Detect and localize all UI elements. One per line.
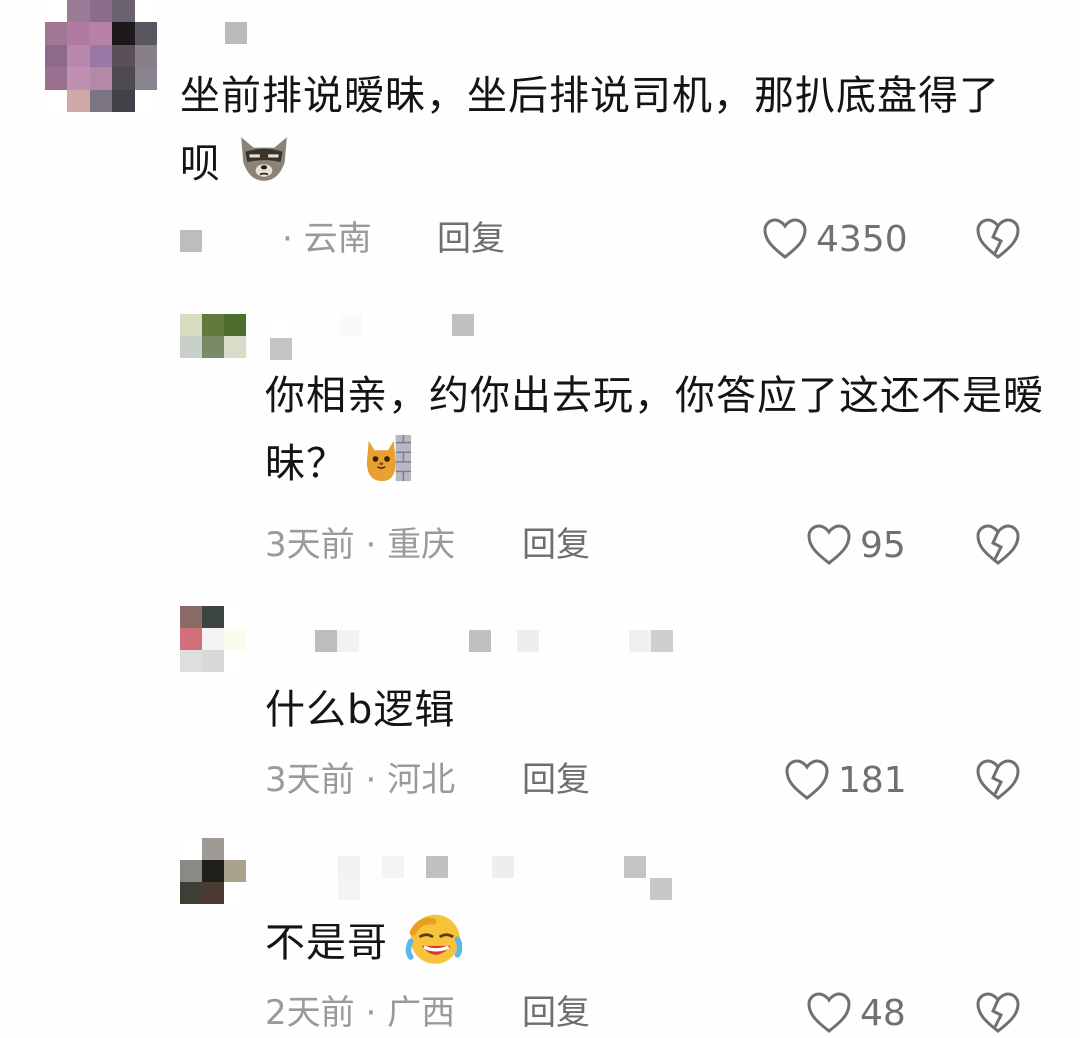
comment-meta: 2天前 · 广西 (265, 988, 455, 1038)
comment-meta: 3天前 · 河北 (265, 755, 455, 805)
like-count: 48 (860, 992, 906, 1034)
timestamp: 3天前 (265, 525, 355, 565)
like-button[interactable]: 181 (784, 755, 907, 805)
comment-3: 什么b逻辑 3天前 · 河北 回复 181 (0, 590, 1080, 830)
avatar[interactable] (45, 0, 157, 112)
username[interactable] (270, 314, 474, 338)
username-extra (338, 878, 672, 902)
reply-button[interactable]: 回复 (437, 214, 505, 264)
heart-icon (763, 218, 807, 259)
comment-text: 不是哥 (265, 908, 1045, 977)
heart-icon (807, 524, 851, 565)
dislike-icon[interactable] (975, 523, 1021, 567)
comment-meta: 3天前 · 重庆 (265, 520, 455, 570)
timestamp: 3天前 (265, 760, 355, 800)
location: · 云南 (282, 219, 372, 259)
like-count: 4350 (816, 218, 908, 260)
raccoon-face-icon (240, 137, 287, 181)
dislike-icon[interactable] (975, 758, 1021, 802)
username[interactable] (315, 630, 673, 654)
avatar[interactable] (180, 314, 246, 358)
like-button[interactable]: 48 (806, 988, 906, 1038)
like-button[interactable]: 4350 (762, 214, 908, 264)
location: · 广西 (365, 993, 456, 1033)
reply-button[interactable]: 回复 (522, 520, 590, 570)
comment-2: 你相亲，约你出去玩，你答应了这还不是暧昧？ 3天前 · 重庆 回复 95 (0, 290, 1080, 590)
username[interactable] (338, 856, 646, 880)
username[interactable] (225, 22, 247, 46)
comment-text: 什么b逻辑 (265, 687, 456, 733)
like-count: 181 (838, 759, 907, 801)
laughing-crying-face-icon (405, 914, 462, 964)
like-button[interactable]: 95 (806, 520, 906, 570)
reply-button[interactable]: 回复 (522, 988, 590, 1038)
reply-button[interactable]: 回复 (522, 755, 590, 805)
heart-icon (807, 992, 851, 1033)
cat-peeking-wall-icon (366, 434, 411, 482)
avatar[interactable] (180, 838, 246, 904)
location: · 重庆 (365, 525, 456, 565)
comment-text: 坐前排说暧昧，坐后排说司机，那扒底盘得了呗 (180, 73, 1000, 187)
timestamp: 2天前 (265, 993, 355, 1033)
dislike-icon[interactable] (975, 217, 1021, 261)
comment-meta: · 云南 (180, 214, 372, 264)
location: · 河北 (365, 760, 456, 800)
comment-4: 不是哥 2天前 · 广西 回复 48 (0, 830, 1080, 1034)
dislike-icon[interactable] (975, 991, 1021, 1035)
heart-icon (785, 759, 829, 800)
blurred-time (180, 229, 202, 252)
avatar[interactable] (180, 606, 246, 672)
username-extra (270, 338, 292, 362)
comment-1: 坐前排说暧昧，坐后排说司机，那扒底盘得了呗 · 云南 回复 4350 (0, 0, 1080, 290)
comment-text: 你相亲，约你出去玩，你答应了这还不是暧昧？ (265, 373, 1044, 487)
like-count: 95 (860, 524, 906, 566)
